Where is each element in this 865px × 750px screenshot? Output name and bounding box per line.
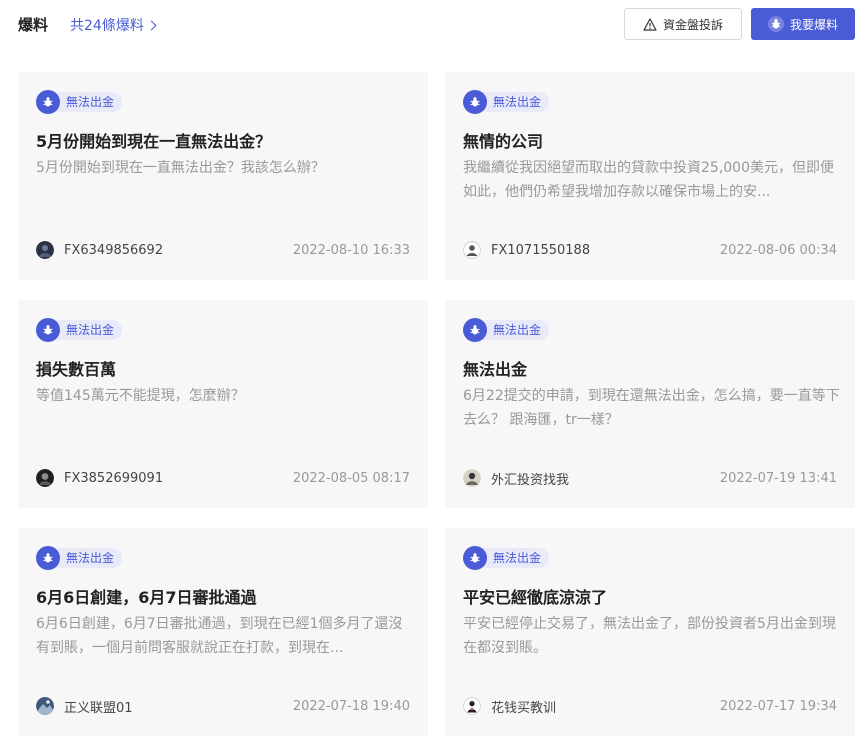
category-tag: 無法出金 — [463, 546, 550, 570]
card-title: 無情的公司 — [463, 132, 544, 151]
card-body: 平安已經停止交易了，無法出金了，部份投資者5月出金到現在都沒到賬。 — [463, 616, 836, 656]
photo-avatar-icon — [463, 469, 481, 487]
bug-icon — [36, 90, 60, 114]
author-name: FX6349856692 — [64, 242, 164, 258]
category-tag: 無法出金 — [36, 318, 123, 342]
category-tag-label: 無法出金 — [54, 92, 123, 112]
post-date: 2022-07-19 13:41 — [719, 470, 837, 486]
category-tag-label: 無法出金 — [481, 548, 550, 568]
card-body: 6月22提交的申請，到現在還無法出金，怎么搞，要一直等下去么？ 跟海匯，tr一樣… — [463, 388, 840, 428]
post-date: 2022-08-06 00:34 — [719, 242, 837, 258]
person-avatar-icon — [463, 697, 481, 715]
card-footer: 花钱买教训 2022-07-17 19:34 — [463, 696, 837, 716]
author-name: 正义联盟01 — [64, 700, 133, 716]
category-tag-label: 無法出金 — [481, 92, 550, 112]
card-title: 5月份開始到現在一直無法出金？ — [36, 132, 272, 151]
category-tag: 無法出金 — [463, 318, 550, 342]
page-header: 爆料 共24條爆料 資金盤投訴 我要爆料 — [0, 0, 865, 50]
category-tag-label: 無法出金 — [54, 548, 123, 568]
report-count-link[interactable]: 共24條爆料 — [70, 15, 157, 35]
post-date: 2022-08-10 16:33 — [292, 242, 410, 258]
post-date: 2022-07-17 19:34 — [719, 698, 837, 714]
bug-icon — [463, 318, 487, 342]
bug-icon — [36, 546, 60, 570]
complaint-button-label: 資金盤投訴 — [662, 17, 723, 32]
fund-scheme-complaint-button[interactable]: 資金盤投訴 — [624, 8, 742, 40]
author-name: 花钱买教训 — [491, 700, 557, 716]
card-body: 我繼續從我因絕望而取出的貸款中投資25,000美元，但即便如此，他們仍希望我增加… — [463, 160, 834, 200]
report-card[interactable]: 無法出金 5月份開始到現在一直無法出金？ 5月份開始到現在一直無法出金？我該怎么… — [18, 72, 428, 280]
default-avatar-icon — [463, 241, 481, 259]
card-footer: 正义联盟01 2022-07-18 19:40 — [36, 696, 410, 716]
report-card[interactable]: 無法出金 6月6日創建，6月7日審批通過 6月6日創建，6月7日審批通過，到現在… — [18, 528, 428, 736]
report-card[interactable]: 無法出金 無情的公司 我繼續從我因絕望而取出的貸款中投資25,000美元，但即便… — [445, 72, 855, 280]
author[interactable]: 正义联盟01 — [36, 697, 133, 716]
card-footer: FX3852699091 2022-08-05 08:17 — [36, 468, 410, 488]
category-tag: 無法出金 — [463, 90, 550, 114]
report-card[interactable]: 無法出金 平安已經徹底涼涼了 平安已經停止交易了，無法出金了，部份投資者5月出金… — [445, 528, 855, 736]
dark-avatar-icon — [36, 469, 54, 487]
page-title: 爆料 — [18, 16, 49, 34]
card-body: 5月份開始到現在一直無法出金？我該怎么辦？ — [36, 160, 325, 176]
card-footer: FX1071550188 2022-08-06 00:34 — [463, 240, 837, 260]
report-card[interactable]: 無法出金 無法出金 6月22提交的申請，到現在還無法出金，怎么搞，要一直等下去么… — [445, 300, 855, 508]
dark-avatar-icon — [36, 241, 54, 259]
author-name: 外汇投资找我 — [491, 472, 570, 488]
bug-icon — [767, 16, 784, 32]
card-title: 損失數百萬 — [36, 360, 117, 379]
bug-icon — [463, 90, 487, 114]
card-body: 6月6日創建，6月7日審批通過，到現在已經1個多月了還沒有到賬，一個月前問客服就… — [36, 616, 403, 656]
chevron-right-icon — [146, 20, 157, 30]
category-tag-label: 無法出金 — [481, 320, 550, 340]
category-tag: 無法出金 — [36, 90, 123, 114]
bug-icon — [463, 546, 487, 570]
photo-avatar-icon — [36, 697, 54, 715]
card-title: 無法出金 — [463, 360, 528, 379]
author[interactable]: 外汇投资找我 — [463, 469, 569, 488]
author-name: FX1071550188 — [491, 242, 591, 258]
card-body: 等值145萬元不能提現，怎麼辦？ — [36, 388, 245, 404]
report-button-label: 我要爆料 — [789, 17, 838, 32]
author[interactable]: 花钱买教训 — [463, 697, 556, 716]
warning-icon — [643, 17, 657, 31]
post-date: 2022-07-18 19:40 — [292, 698, 410, 714]
author[interactable]: FX1071550188 — [463, 241, 590, 259]
category-tag: 無法出金 — [36, 546, 123, 570]
author[interactable]: FX6349856692 — [36, 241, 163, 259]
card-footer: FX6349856692 2022-08-10 16:33 — [36, 240, 410, 260]
card-title: 6月6日創建，6月7日審批通過 — [36, 588, 257, 607]
submit-report-button[interactable]: 我要爆料 — [751, 8, 855, 40]
author-name: FX3852699091 — [64, 470, 164, 486]
report-card[interactable]: 無法出金 損失數百萬 等值145萬元不能提現，怎麼辦？ FX3852699091… — [18, 300, 428, 508]
bug-icon — [36, 318, 60, 342]
report-count-label: 共24條爆料 — [70, 18, 144, 34]
post-date: 2022-08-05 08:17 — [292, 470, 410, 486]
author[interactable]: FX3852699091 — [36, 469, 163, 487]
card-footer: 外汇投资找我 2022-07-19 13:41 — [463, 468, 837, 488]
card-title: 平安已經徹底涼涼了 — [463, 588, 608, 607]
category-tag-label: 無法出金 — [54, 320, 123, 340]
